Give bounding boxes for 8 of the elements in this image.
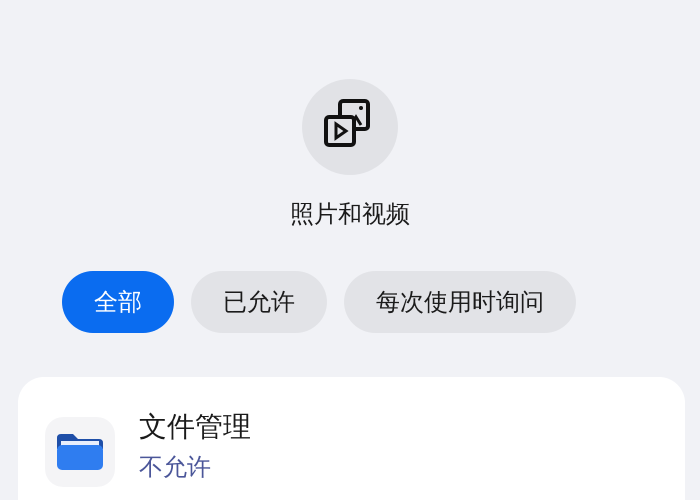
permission-status: 不允许 <box>139 452 212 483</box>
filter-chip[interactable]: 已允许 <box>191 271 327 333</box>
app-name: 文件管理 <box>139 409 251 445</box>
app-card[interactable]: 文件管理 不允许 <box>18 377 685 500</box>
folder-icon <box>45 417 115 487</box>
page-title: 照片和视频 <box>290 199 410 230</box>
filter-chip[interactable]: 全部 <box>62 271 174 333</box>
filter-chip[interactable]: 每次使用时询问 <box>344 271 576 333</box>
